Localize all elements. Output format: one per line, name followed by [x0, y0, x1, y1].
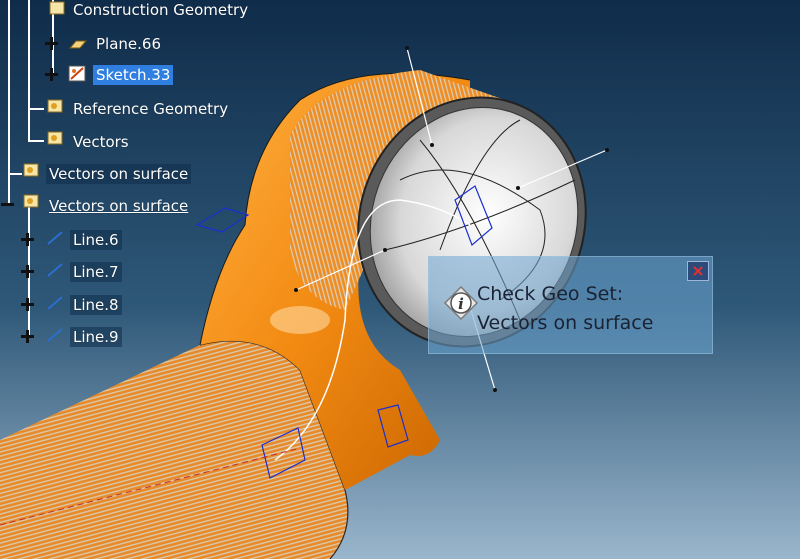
tooltip-line-1: Check Geo Set:	[477, 283, 624, 305]
close-icon[interactable]	[687, 261, 709, 281]
expand-plus-icon[interactable]	[45, 37, 58, 50]
expand-plus-icon[interactable]	[21, 265, 34, 278]
geometrical-set-icon	[23, 194, 39, 208]
expand-plus-icon[interactable]	[21, 330, 34, 343]
geometrical-set-icon	[47, 131, 63, 145]
collapse-minus-icon[interactable]	[1, 198, 14, 211]
line-icon	[47, 231, 63, 245]
tree-item-label: Line.8	[70, 295, 122, 315]
sketch-icon	[68, 65, 86, 82]
line-icon	[47, 328, 63, 342]
expand-plus-icon[interactable]	[21, 298, 34, 311]
tree-item-label: Reference Geometry	[73, 100, 229, 118]
tree-item-label: Plane.66	[96, 35, 161, 53]
tree-item-label: Line.9	[70, 327, 122, 347]
line-icon	[47, 263, 63, 277]
tree-item-label: Line.7	[70, 262, 122, 282]
tree-item-label: Sketch.33	[93, 65, 174, 85]
geometrical-set-icon	[47, 99, 63, 113]
tree-item-label: Line.6	[70, 230, 122, 250]
plane-icon	[68, 40, 88, 49]
geometrical-set-icon	[23, 163, 39, 177]
svg-text:i: i	[458, 295, 464, 313]
expand-plus-icon[interactable]	[45, 68, 58, 81]
check-geo-set-tooltip: i Check Geo Set: Vectors on surface	[428, 256, 713, 354]
tree-item-label: Construction Geometry	[73, 1, 249, 19]
tooltip-line-2: Vectors on surface	[477, 312, 654, 334]
expand-plus-icon[interactable]	[21, 233, 34, 246]
tree-item-label: Vectors on surface	[49, 197, 189, 215]
info-icon: i	[443, 285, 479, 321]
geometrical-set-icon	[49, 1, 65, 15]
line-icon	[47, 296, 63, 310]
tree-item-label: Vectors on surface	[46, 164, 192, 184]
tree-item-label: Vectors	[73, 133, 129, 151]
